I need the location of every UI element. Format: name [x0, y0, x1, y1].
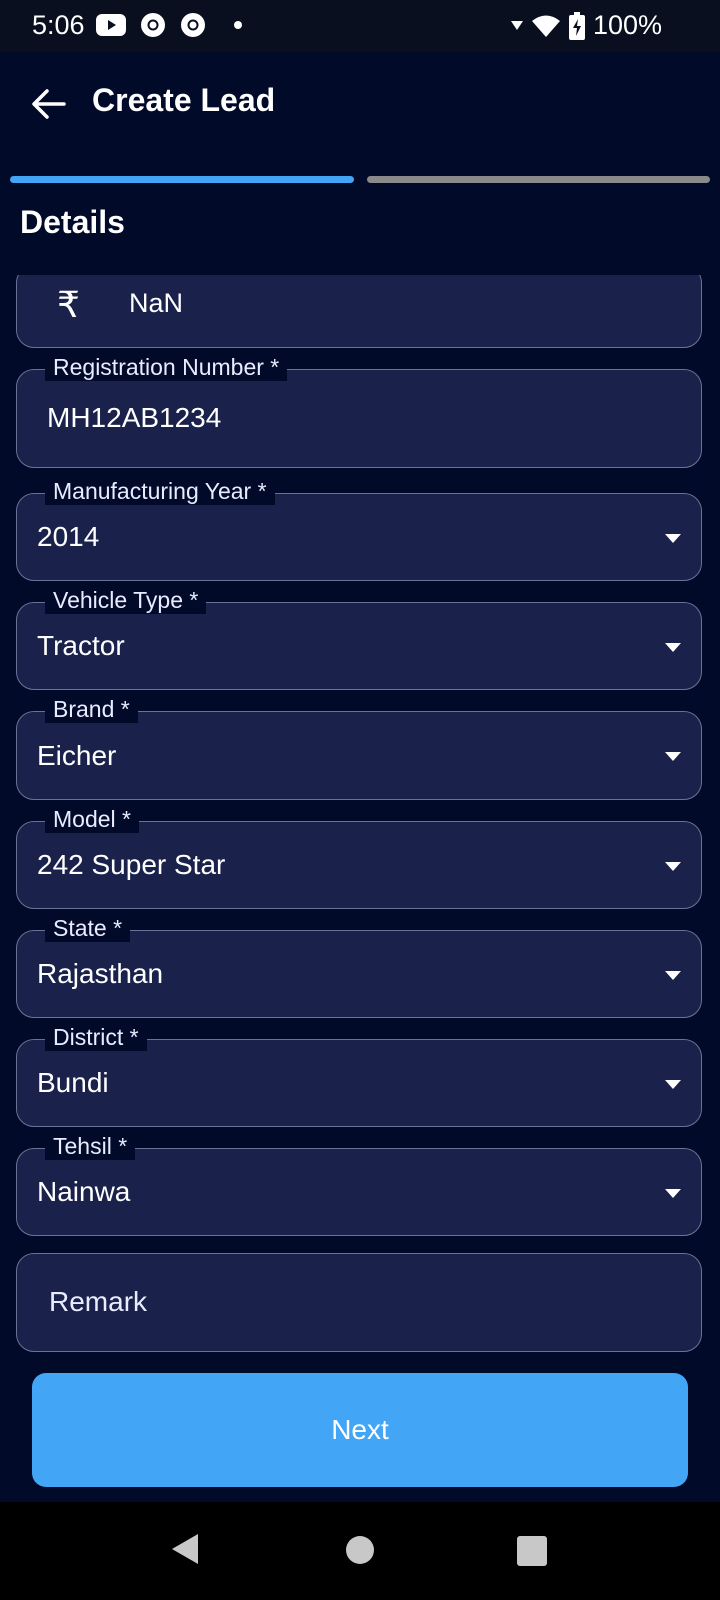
nav-back-icon[interactable] [170, 1532, 200, 1566]
chrome-icon [141, 13, 165, 37]
dropdown-arrow-icon [665, 643, 681, 652]
brand-value: Eicher [37, 740, 117, 771]
dropdown-arrow-icon [665, 752, 681, 761]
status-time: 5:06 [32, 10, 85, 40]
price-field[interactable]: ₹ NaN [16, 275, 702, 348]
manufacturing-year-label: Manufacturing Year * [45, 477, 275, 505]
remark-field[interactable]: Remark [16, 1253, 702, 1352]
dot-icon [234, 21, 242, 29]
status-bar: 5:06 100% [0, 0, 720, 52]
nav-home-icon[interactable] [346, 1536, 374, 1564]
brand-label: Brand * [45, 695, 138, 723]
brand-dropdown[interactable]: Brand * Eicher [16, 695, 702, 800]
dropdown-arrow-icon [665, 862, 681, 871]
vehicle-type-value: Tractor [37, 630, 125, 661]
model-label: Model * [45, 805, 139, 833]
registration-number-value: MH12AB1234 [47, 402, 222, 433]
tehsil-label: Tehsil * [45, 1132, 136, 1160]
app-bar: Create Lead [0, 52, 720, 152]
tehsil-value: Nainwa [37, 1176, 131, 1207]
signal-arrow-icon [510, 20, 523, 30]
tehsil-dropdown[interactable]: Tehsil * Nainwa [16, 1132, 702, 1236]
chrome-icon [181, 13, 205, 37]
section-title: Details [20, 204, 125, 240]
nav-recents-icon[interactable] [517, 1536, 547, 1566]
progress-step-1 [10, 176, 354, 183]
dropdown-arrow-icon [665, 1189, 681, 1198]
next-button[interactable]: Next [32, 1373, 688, 1487]
battery-percent: 100% [592, 10, 662, 40]
arrow-back-icon [32, 89, 66, 119]
form-scroll-area[interactable]: ₹ NaN Registration Number * MH12AB1234 M… [0, 275, 720, 1353]
price-value: NaN [129, 288, 184, 318]
rupee-icon: ₹ [57, 284, 80, 325]
model-value: 242 Super Star [37, 849, 226, 880]
model-dropdown[interactable]: Model * 242 Super Star [16, 805, 702, 909]
battery-icon [568, 11, 585, 40]
dropdown-arrow-icon [665, 971, 681, 980]
manufacturing-year-value: 2014 [37, 521, 100, 552]
page-title: Create Lead [92, 82, 276, 118]
back-button[interactable] [26, 82, 70, 126]
notification-icons [96, 12, 242, 38]
district-label: District * [45, 1023, 147, 1051]
wifi-icon [531, 15, 560, 37]
district-value: Bundi [37, 1067, 109, 1098]
registration-number-field[interactable]: Registration Number * MH12AB1234 [16, 353, 702, 468]
dropdown-arrow-icon [665, 534, 681, 543]
vehicle-type-dropdown[interactable]: Vehicle Type * Tractor [16, 586, 702, 690]
dropdown-arrow-icon [665, 1080, 681, 1089]
state-value: Rajasthan [37, 958, 164, 989]
vehicle-type-label: Vehicle Type * [45, 586, 207, 614]
state-label: State * [45, 914, 131, 942]
progress-step-2 [367, 176, 710, 183]
registration-number-label: Registration Number * [45, 353, 288, 381]
manufacturing-year-dropdown[interactable]: Manufacturing Year * 2014 [16, 477, 702, 581]
youtube-icon [96, 14, 126, 36]
district-dropdown[interactable]: District * Bundi [16, 1023, 702, 1127]
status-right: 100% [510, 10, 662, 41]
remark-placeholder: Remark [49, 1286, 148, 1317]
state-dropdown[interactable]: State * Rajasthan [16, 914, 702, 1018]
